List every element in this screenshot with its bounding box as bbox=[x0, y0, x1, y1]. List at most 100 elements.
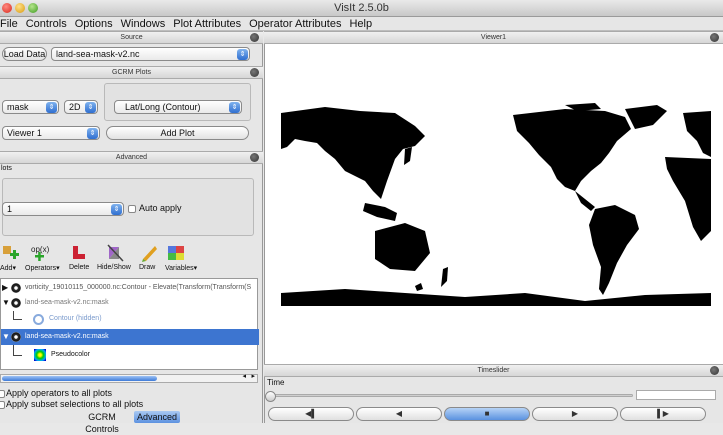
apply-operators-label: Apply operators to all plots bbox=[6, 388, 113, 398]
play-button[interactable]: ▶ bbox=[532, 407, 618, 421]
chevron-updown-icon: ⇕ bbox=[87, 128, 98, 139]
variable-select[interactable]: mask ⇕ bbox=[2, 100, 59, 114]
plot-row-mask-contour[interactable]: ▼ land-sea-mask-v2.nc:mask bbox=[1, 295, 259, 311]
step-back-button[interactable]: ◀▌ bbox=[268, 407, 354, 421]
plots-section-label: lots bbox=[1, 165, 12, 172]
gcrm-plots-header: GCRM Plots bbox=[0, 66, 263, 79]
collapse-arrow-icon[interactable]: ▼ bbox=[2, 329, 10, 345]
time-slider-track[interactable] bbox=[265, 391, 633, 402]
play-reverse-button[interactable]: ◀ bbox=[356, 407, 442, 421]
step-forward-icon: ▌▶ bbox=[657, 409, 669, 418]
menu-windows[interactable]: Windows bbox=[121, 18, 166, 30]
source-header-label: Source bbox=[120, 34, 143, 41]
draw-label: Draw bbox=[139, 264, 156, 271]
source-file-select[interactable]: land-sea-mask-v2.nc ⇕ bbox=[51, 47, 250, 61]
time-value-input[interactable] bbox=[636, 390, 716, 400]
advanced-header: Advanced bbox=[0, 151, 263, 164]
plot-child-pseudocolor[interactable]: Pseudocolor bbox=[1, 345, 259, 365]
menu-file[interactable]: File bbox=[0, 18, 18, 30]
zoom-window-icon[interactable] bbox=[28, 3, 38, 13]
operators-icon[interactable]: op(x) bbox=[30, 244, 50, 262]
step-forward-button[interactable]: ▌▶ bbox=[620, 407, 706, 421]
visibility-eye-icon[interactable] bbox=[11, 283, 21, 293]
expand-arrow-icon[interactable]: ▶ bbox=[2, 280, 8, 296]
menu-help[interactable]: Help bbox=[349, 18, 372, 30]
pseudocolor-plot-icon bbox=[34, 349, 46, 361]
plot-child-contour[interactable]: Contour (hidden) bbox=[1, 311, 259, 329]
apply-subset-label: Apply subset selections to all plots bbox=[6, 399, 144, 409]
play-reverse-icon: ◀ bbox=[395, 409, 403, 418]
collapse-gcrm-icon[interactable] bbox=[250, 68, 259, 77]
collapse-viewer-icon[interactable] bbox=[710, 33, 719, 42]
add-plot-button[interactable]: Add Plot bbox=[106, 126, 249, 140]
chevron-updown-icon: ⇕ bbox=[111, 204, 122, 215]
chevron-updown-icon: ⇕ bbox=[46, 102, 57, 113]
viewer-value: Viewer 1 bbox=[7, 128, 42, 138]
window-titlebar: VisIt 2.5.0b bbox=[0, 0, 723, 17]
draw-icon[interactable] bbox=[140, 244, 160, 262]
active-window-value: 1 bbox=[7, 204, 13, 214]
load-data-button[interactable]: Load Data bbox=[2, 47, 47, 61]
viewer-header: Viewer1 bbox=[264, 31, 723, 44]
tree-connector bbox=[13, 345, 22, 356]
contour-plot-icon bbox=[33, 314, 44, 325]
visibility-eye-icon[interactable] bbox=[11, 298, 21, 308]
chevron-updown-icon: ⇕ bbox=[229, 102, 240, 113]
add-plot-icon[interactable] bbox=[2, 244, 22, 262]
tab-gcrm-controls[interactable]: GCRM Controls bbox=[73, 411, 131, 434]
menu-options[interactable]: Options bbox=[75, 18, 113, 30]
menu-bar: File Controls Options Windows Plot Attribute… bbox=[0, 17, 723, 31]
apply-subset-checkbox[interactable] bbox=[0, 401, 5, 409]
tab-advanced[interactable]: Advanced bbox=[134, 411, 180, 423]
collapse-timeslider-icon[interactable] bbox=[710, 366, 719, 375]
plot-row-label: land-sea-mask-v2.nc:mask bbox=[25, 299, 109, 306]
timeslider-header-label: Timeslider bbox=[477, 367, 510, 374]
plot-row-mask-pseudocolor[interactable]: ▼ land-sea-mask-v2.nc:mask bbox=[1, 329, 259, 345]
auto-apply-checkbox[interactable] bbox=[128, 205, 136, 213]
add-label: Add▾ bbox=[0, 265, 16, 272]
viewer-select[interactable]: Viewer 1 ⇕ bbox=[2, 126, 100, 140]
dimension-select[interactable]: 2D ⇕ bbox=[64, 100, 98, 114]
source-file-value: land-sea-mask-v2.nc bbox=[56, 49, 140, 59]
hide-show-icon[interactable] bbox=[106, 244, 126, 262]
dimension-value: 2D bbox=[69, 102, 81, 112]
operators-label: Operators▾ bbox=[25, 265, 60, 272]
delete-plot-icon[interactable] bbox=[69, 244, 89, 262]
scroll-left-icon[interactable]: ◂ bbox=[242, 372, 246, 380]
plot-child-label: Pseudocolor bbox=[51, 351, 90, 358]
plot-type-select[interactable]: Lat/Long (Contour) ⇕ bbox=[114, 100, 242, 114]
active-window-select[interactable]: 1 ⇕ bbox=[2, 202, 124, 216]
collapse-advanced-icon[interactable] bbox=[250, 153, 259, 162]
variable-value: mask bbox=[7, 102, 29, 112]
collapse-arrow-icon[interactable]: ▼ bbox=[2, 295, 10, 311]
visibility-eye-icon[interactable] bbox=[11, 332, 21, 342]
plot-list-scrollbar[interactable]: ◂ ▸ bbox=[0, 372, 258, 383]
stop-icon: ■ bbox=[484, 409, 490, 418]
step-back-icon: ◀▌ bbox=[305, 409, 317, 418]
hide-show-label: Hide/Show bbox=[97, 264, 131, 271]
timeslider-header: Timeslider bbox=[264, 364, 723, 377]
stop-button[interactable]: ■ bbox=[444, 407, 530, 421]
menu-plot-attributes[interactable]: Plot Attributes bbox=[173, 18, 241, 30]
menu-controls[interactable]: Controls bbox=[26, 18, 67, 30]
plot-list: ▶ vorticity_19010115_000000.nc:Contour -… bbox=[0, 278, 259, 370]
menu-operator-attributes[interactable]: Operator Attributes bbox=[249, 18, 341, 30]
collapse-source-icon[interactable] bbox=[250, 33, 259, 42]
time-label: Time bbox=[267, 378, 285, 387]
world-map bbox=[281, 103, 711, 306]
scrollbar-thumb[interactable] bbox=[2, 376, 157, 381]
source-header: Source bbox=[0, 31, 263, 44]
apply-operators-checkbox[interactable] bbox=[0, 390, 5, 398]
plot-row-label: vorticity_19010115_000000.nc:Contour - E… bbox=[25, 284, 252, 291]
variables-icon[interactable] bbox=[166, 244, 186, 262]
plot-type-value: Lat/Long (Contour) bbox=[125, 102, 201, 112]
scroll-right-icon[interactable]: ▸ bbox=[251, 372, 255, 380]
viewer-header-label: Viewer1 bbox=[480, 34, 507, 41]
viewer-canvas[interactable] bbox=[264, 31, 723, 364]
plot-row-vorticity[interactable]: ▶ vorticity_19010115_000000.nc:Contour -… bbox=[1, 280, 259, 296]
minimize-window-icon[interactable] bbox=[15, 3, 25, 13]
tree-connector bbox=[13, 311, 22, 320]
plot-toolbar: op(x) Add▾ Operators▾ Delete Hide/Show D… bbox=[0, 244, 263, 276]
time-slider-handle[interactable] bbox=[265, 391, 276, 402]
close-window-icon[interactable] bbox=[2, 3, 12, 13]
